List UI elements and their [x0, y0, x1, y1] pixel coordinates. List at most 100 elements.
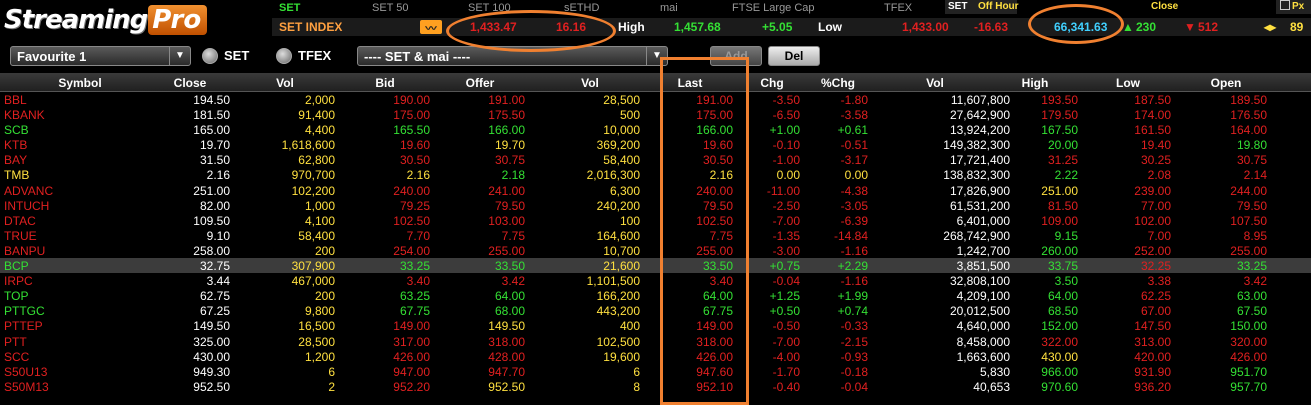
- cell-symbol[interactable]: BAY: [4, 153, 94, 167]
- cell-symbol[interactable]: BBL: [4, 93, 94, 107]
- tab-set[interactable]: SET: [279, 2, 300, 14]
- cell-close: 82.00: [199, 198, 230, 213]
- table-row[interactable]: BAY 31.50 62,800 30.50 30.75 58,400 30.50 -1.00…: [0, 152, 1311, 167]
- favourite-dropdown[interactable]: Favourite 1 ▼: [10, 46, 191, 66]
- table-row[interactable]: TRUE 9.10 58,400 7.70 7.75 164,600 7.75 -1.35 -1…: [0, 228, 1311, 243]
- px-tab[interactable]: Px: [1276, 0, 1311, 14]
- cell-pchg: -6.39: [840, 213, 868, 228]
- cell-symbol[interactable]: IRPC: [4, 274, 94, 288]
- cell-offer: 2.18: [501, 168, 525, 183]
- table-row[interactable]: KBANK 181.50 91,400 175.00 175.50 500 175.00 -6…: [0, 107, 1311, 122]
- cell-symbol[interactable]: PTTGC: [4, 304, 94, 318]
- table-row[interactable]: SCC 430.00 1,200 426.00 428.00 19,600 426.00 -4…: [0, 349, 1311, 364]
- table-row[interactable]: S50U13 949.30 6 947.00 947.70 6 947.60 -1.70 -0.…: [0, 364, 1311, 379]
- cell-bid: 254.00: [393, 243, 430, 258]
- cell-vol2: 21,600: [603, 259, 640, 274]
- highlight-ring-volume: [1028, 4, 1124, 44]
- cell-high: 970.60: [1041, 379, 1078, 394]
- cell-symbol[interactable]: TRUE: [4, 229, 94, 243]
- tab-set50[interactable]: SET 50: [372, 2, 409, 14]
- cell-vol3: 17,721,400: [949, 153, 1010, 168]
- cell-open: 255.00: [1230, 243, 1267, 258]
- cell-chg: +0.75: [769, 259, 800, 274]
- cell-vol2: 8: [633, 379, 640, 394]
- cell-symbol[interactable]: TOP: [4, 289, 94, 303]
- col-offer[interactable]: Offer: [450, 76, 510, 90]
- cell-open: 19.80: [1236, 138, 1267, 153]
- cell-vol: 1,000: [304, 198, 335, 213]
- index-chart-icon[interactable]: 〰: [420, 20, 442, 35]
- cell-symbol[interactable]: BANPU: [4, 244, 94, 258]
- col-low[interactable]: Low: [1098, 76, 1158, 90]
- col-pchg[interactable]: %Chg: [808, 76, 868, 90]
- table-row[interactable]: PTTGC 67.25 9,800 67.75 68.00 443,200 67.75 +0.…: [0, 303, 1311, 318]
- table-row[interactable]: TOP 62.75 200 63.25 64.00 166,200 64.00 +1.25 +1…: [0, 288, 1311, 303]
- col-vol2[interactable]: Vol: [560, 76, 620, 90]
- cell-symbol[interactable]: PTTEP: [4, 319, 94, 333]
- cell-symbol[interactable]: S50M13: [4, 380, 94, 394]
- cell-symbol[interactable]: INTUCH: [4, 199, 94, 213]
- col-chg[interactable]: Chg: [742, 76, 802, 90]
- cell-vol3: 11,607,800: [950, 93, 1010, 107]
- cell-symbol[interactable]: KBANK: [4, 108, 94, 122]
- table-row[interactable]: KTB 19.70 1,618,600 19.60 19.70 369,200 19.60-…: [0, 137, 1311, 152]
- cell-low: 936.20: [1134, 379, 1171, 394]
- col-high[interactable]: High: [1005, 76, 1065, 90]
- cell-chg: -0.10: [772, 138, 800, 153]
- radio-tfex-label: TFEX: [298, 48, 332, 63]
- col-symbol[interactable]: Symbol: [40, 76, 120, 90]
- cell-symbol[interactable]: PTT: [4, 335, 94, 349]
- table-row[interactable]: TMB 2.16 970,700 2.16 2.18 2,016,300 2.16 0.00 0…: [0, 167, 1311, 182]
- market-filter-value: ---- SET & mai ----: [364, 49, 471, 64]
- cell-symbol[interactable]: S50U13: [4, 365, 94, 379]
- col-vol3[interactable]: Vol: [905, 76, 965, 90]
- cell-chg: 0.00: [776, 168, 800, 183]
- radio-set[interactable]: [202, 48, 218, 64]
- cell-high: 20.00: [1047, 138, 1078, 153]
- table-row[interactable]: PTTEP 149.50 16,500 149.00 149.50 400 149.00 -0…: [0, 318, 1311, 333]
- cell-symbol[interactable]: SCB: [4, 123, 94, 137]
- del-button[interactable]: Del: [768, 46, 820, 66]
- table-row[interactable]: ADVANC 251.00 102,200 240.00 241.00 6,300 240.…: [0, 183, 1311, 198]
- cell-symbol[interactable]: DTAC: [4, 214, 94, 228]
- table-row[interactable]: INTUCH 82.00 1,000 79.25 79.50 240,200 79.50 -2…: [0, 198, 1311, 213]
- table-row[interactable]: BBL 194.50 2,000 190.00 191.00 28,500 191.00 -3…: [0, 92, 1311, 107]
- cell-high: 167.50: [1041, 123, 1078, 138]
- tab-tfex[interactable]: TFEX: [884, 2, 912, 14]
- cell-bid: 240.00: [393, 183, 430, 198]
- cell-vol3: 4,209,100: [956, 289, 1010, 304]
- col-close[interactable]: Close: [150, 76, 230, 90]
- cell-vol: 62,800: [298, 153, 335, 168]
- cell-close: 325.00: [193, 334, 230, 349]
- col-vol[interactable]: Vol: [255, 76, 315, 90]
- cell-symbol[interactable]: TMB: [4, 168, 94, 182]
- col-bid[interactable]: Bid: [355, 76, 415, 90]
- table-row[interactable]: DTAC 109.50 4,100 102.50 103.00 100 102.50 -7.0…: [0, 213, 1311, 228]
- cell-symbol[interactable]: SCC: [4, 350, 94, 364]
- cell-symbol[interactable]: ADVANC: [4, 184, 94, 198]
- col-open[interactable]: Open: [1196, 76, 1256, 90]
- table-row[interactable]: BCP 32.75 307,900 33.25 33.50 21,600 33.50 +0.7…: [0, 258, 1311, 274]
- cell-offer: 318.00: [488, 334, 525, 349]
- table-row[interactable]: BANPU 258.00 200 254.00 255.00 10,700 255.00 -3…: [0, 243, 1311, 258]
- table-row[interactable]: IRPC 3.44 467,000 3.40 3.42 1,101,500 3.40 -0.0…: [0, 273, 1311, 288]
- cell-pchg: -0.18: [840, 364, 868, 379]
- tab-mai[interactable]: mai: [660, 2, 678, 14]
- cell-low: 420.00: [1134, 349, 1171, 364]
- table-row[interactable]: PTT 325.00 28,500 317.00 318.00 102,500 318.00…: [0, 334, 1311, 349]
- cell-offer: 166.00: [488, 123, 525, 138]
- tab-ftse[interactable]: FTSE Large Cap: [732, 2, 815, 14]
- table-row[interactable]: S50M13 952.50 2 952.20 952.50 8 952.10 -0.40 -0.…: [0, 379, 1311, 394]
- cell-chg: +1.25: [769, 289, 800, 304]
- table-row[interactable]: SCB 165.00 4,400 165.50 166.00 10,000 166.00 +1…: [0, 122, 1311, 137]
- cell-symbol[interactable]: KTB: [4, 138, 94, 152]
- cell-low: 187.50: [1134, 93, 1171, 107]
- cell-symbol[interactable]: BCP: [4, 259, 94, 273]
- cell-vol3: 27,642,900: [949, 108, 1010, 123]
- cell-vol2: 164,600: [596, 228, 640, 243]
- radio-tfex[interactable]: [276, 48, 292, 64]
- cell-offer: 68.00: [494, 304, 525, 319]
- index-name[interactable]: SET INDEX: [279, 20, 342, 34]
- cell-low: 174.00: [1134, 108, 1171, 123]
- cell-open: 320.00: [1230, 334, 1267, 349]
